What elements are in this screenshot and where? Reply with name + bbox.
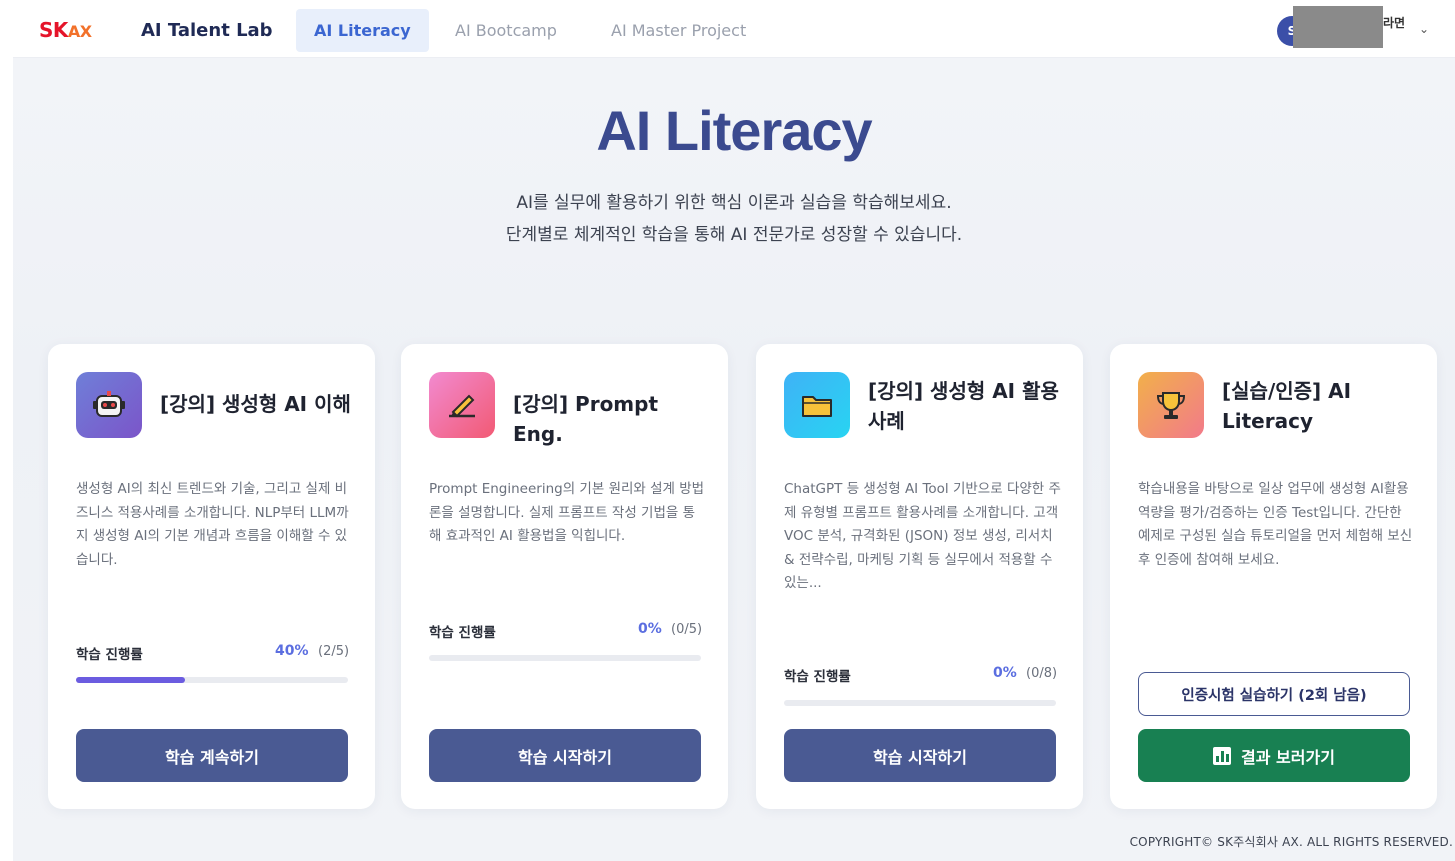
- card-title: [실습/인증] AI Literacy: [1222, 379, 1352, 433]
- robot-icon: [76, 372, 142, 438]
- start-learning-button[interactable]: 학습 시작하기: [429, 729, 701, 782]
- page-description-line2: 단계별로 체계적인 학습을 통해 AI 전문가로 성장할 수 있습니다.: [505, 225, 963, 245]
- progress-label: 학습 진행률: [429, 625, 496, 641]
- progress-label: 학습 진행률: [76, 647, 143, 663]
- continue-learning-button[interactable]: 학습 계속하기: [76, 729, 348, 782]
- trophy-icon: [1138, 372, 1204, 438]
- card-title: [강의] 생성형 AI 활용사례: [868, 379, 1059, 433]
- redacted-user-info: [1293, 6, 1383, 48]
- footer-copyright: COPYRIGHT© SK주식회사 AX. ALL RIGHTS RESERVE…: [1129, 835, 1453, 849]
- page-description-line1: AI를 실무에 활용하기 위한 핵심 이론과 실습을 학습해보세요.: [516, 193, 952, 213]
- view-results-button[interactable]: 결과 보러가기: [1138, 729, 1410, 782]
- course-card-certification: [실습/인증] AI Literacy 학습내용을 바탕으로 일상 업무에 생성…: [1110, 344, 1437, 809]
- bar-chart-icon: [1213, 746, 1232, 765]
- nav-ai-bootcamp[interactable]: AI Bootcamp: [437, 9, 575, 52]
- card-description: ChatGPT 등 생성형 AI Tool 기반으로 다양한 주제 유형별 프롬…: [784, 481, 1061, 591]
- card-description: Prompt Engineering의 기본 원리와 설계 방법론을 설명합니다…: [429, 481, 705, 544]
- progress-bar: [76, 677, 348, 683]
- progress-bar: [429, 655, 701, 661]
- user-name: 라면: [1383, 16, 1406, 30]
- progress-count: (0/5): [671, 622, 703, 637]
- course-card-genai-understanding: [강의] 생성형 AI 이해 생성형 AI의 최신 트렌드와 기술, 그리고 실…: [48, 344, 375, 809]
- view-results-label: 결과 보러가기: [1241, 747, 1335, 767]
- nav-ai-talent-lab[interactable]: AI Talent Lab: [123, 9, 291, 52]
- nav-ai-literacy[interactable]: AI Literacy: [296, 9, 429, 52]
- progress-count: (2/5): [318, 644, 350, 659]
- progress-bar: [784, 700, 1056, 706]
- progress-bar-fill: [76, 677, 185, 683]
- chevron-down-icon[interactable]: ⌄: [1419, 22, 1429, 36]
- main-content: AI Literacy AI를 실무에 활용하기 위한 핵심 이론과 실습을 학…: [13, 58, 1455, 861]
- card-description: 학습내용을 바탕으로 일상 업무에 생성형 AI활용 역량을 평가/검증하는 인…: [1138, 481, 1413, 568]
- card-title: [강의] 생성형 AI 이해: [160, 392, 351, 416]
- progress-label: 학습 진행률: [784, 669, 851, 685]
- course-card-genai-cases: [강의] 생성형 AI 활용사례 ChatGPT 등 생성형 AI Tool 기…: [756, 344, 1083, 809]
- page-title: AI Literacy: [596, 99, 872, 162]
- nav-ai-master-project[interactable]: AI Master Project: [593, 9, 764, 52]
- card-description: 생성형 AI의 최신 트렌드와 기술, 그리고 실제 비즈니스 적용사례를 소개…: [76, 481, 349, 568]
- start-learning-button[interactable]: 학습 시작하기: [784, 729, 1056, 782]
- progress-percent: 0%: [993, 665, 1017, 681]
- user-menu[interactable]: S 라면 ⌄: [1277, 6, 1437, 50]
- card-title: [강의] Prompt Eng.: [513, 392, 659, 446]
- practice-exam-button[interactable]: 인증시험 실습하기 (2회 남음): [1138, 672, 1410, 716]
- sk-ax-logo[interactable]: SKAX: [39, 18, 92, 42]
- progress-percent: 40%: [275, 643, 309, 659]
- pencil-icon: [429, 372, 495, 438]
- progress-percent: 0%: [638, 621, 662, 637]
- top-nav-bar: SKAX AI Talent Lab AI Literacy AI Bootca…: [13, 0, 1455, 58]
- folder-icon: [784, 372, 850, 438]
- progress-count: (0/8): [1026, 666, 1058, 681]
- course-card-prompt-eng: [강의] Prompt Eng. Prompt Engineering의 기본 …: [401, 344, 728, 809]
